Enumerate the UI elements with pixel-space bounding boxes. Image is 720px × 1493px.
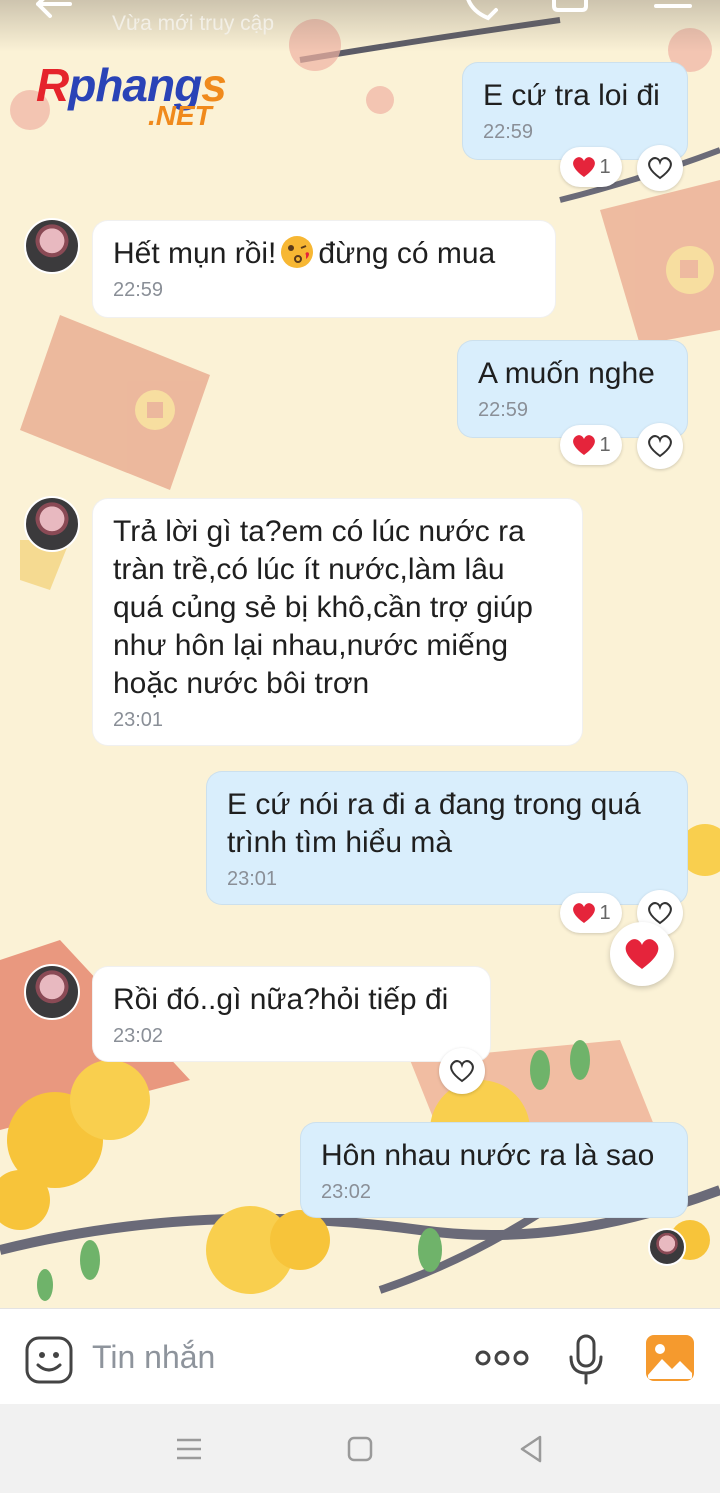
microphone-icon[interactable]	[566, 1333, 606, 1387]
like-heart-button[interactable]	[637, 423, 683, 469]
sticker-emoji-icon[interactable]	[24, 1335, 74, 1385]
kissing-face-emoji-icon	[281, 236, 314, 268]
contact-avatar[interactable]	[24, 496, 80, 552]
heart-reaction-badge[interactable]: 1	[560, 147, 622, 187]
message-text: E cứ tra loi đi	[483, 79, 660, 112]
message-text: Hôn nhau nước ra là sao	[321, 1139, 655, 1172]
chat-header: Vừa mới truy cập	[0, 0, 720, 52]
message-text: A muốn nghe	[478, 357, 655, 390]
reaction-count: 1	[599, 433, 611, 456]
like-heart-button[interactable]	[637, 145, 683, 191]
sent-message-bubble[interactable]: Hôn nhau nước ra là sao 23:02	[300, 1122, 688, 1218]
seen-indicator-avatar	[648, 1228, 686, 1266]
message-time: 23:02	[113, 1025, 164, 1047]
message-input[interactable]: Tin nhắn	[92, 1339, 215, 1376]
received-message-bubble[interactable]: Hết mụn rồi! đừng có mua 22:59	[92, 220, 556, 318]
message-text: E cứ nói ra đi a đang trong quá trình tì…	[227, 788, 641, 859]
message-time: 22:59	[113, 279, 164, 301]
home-button-icon[interactable]	[345, 1434, 375, 1464]
gallery-image-icon[interactable]	[644, 1333, 696, 1383]
rphangs-watermark-logo: Rphangs .NET	[36, 59, 227, 131]
back-arrow-icon[interactable]	[30, 0, 80, 32]
recent-apps-icon[interactable]	[174, 1434, 204, 1464]
heart-outline-icon	[648, 157, 672, 180]
more-options-icon[interactable]	[474, 1349, 530, 1367]
message-time: 23:01	[113, 709, 164, 731]
contact-avatar[interactable]	[24, 964, 80, 1020]
phone-call-icon[interactable]	[458, 0, 502, 30]
reaction-count: 1	[599, 901, 611, 924]
back-button-icon[interactable]	[516, 1434, 546, 1464]
menu-list-icon[interactable]	[650, 0, 694, 30]
heart-reaction-badge[interactable]: 1	[560, 425, 622, 465]
message-input-bar: Tin nhắn	[0, 1308, 720, 1404]
heart-outline-icon	[648, 902, 672, 925]
received-message-bubble[interactable]: Trả lời gì ta?em có lúc nước ra tràn trề…	[92, 498, 583, 746]
system-navigation-bar	[0, 1404, 720, 1493]
reaction-count: 1	[599, 155, 611, 178]
heart-reaction-badge[interactable]: 1	[560, 893, 622, 933]
red-heart-icon	[573, 157, 596, 177]
message-time: 22:59	[478, 399, 529, 421]
status-subtitle: Vừa mới truy cập	[112, 12, 275, 35]
message-text: Rồi đó..gì nữa?hỏi tiếp đi	[113, 983, 449, 1016]
big-heart-reaction-button[interactable]	[610, 922, 674, 986]
sent-message-bubble[interactable]: E cứ nói ra đi a đang trong quá trình tì…	[206, 771, 688, 905]
like-heart-button[interactable]	[439, 1048, 485, 1094]
message-text: Trả lời gì ta?em có lúc nước ra tràn trề…	[113, 515, 533, 700]
message-time: 22:59	[483, 121, 534, 143]
message-text: Hết mụn rồi! đừng có mua	[113, 236, 496, 270]
red-heart-icon	[625, 939, 659, 969]
message-time: 23:01	[227, 868, 278, 890]
contact-avatar[interactable]	[24, 218, 80, 274]
heart-outline-icon	[450, 1060, 474, 1083]
red-heart-icon	[573, 903, 596, 923]
video-call-icon[interactable]	[550, 0, 594, 30]
message-time: 23:02	[321, 1181, 372, 1203]
red-heart-icon	[573, 435, 596, 455]
received-message-bubble[interactable]: Rồi đó..gì nữa?hỏi tiếp đi 23:02	[92, 966, 491, 1062]
heart-outline-icon	[648, 435, 672, 458]
